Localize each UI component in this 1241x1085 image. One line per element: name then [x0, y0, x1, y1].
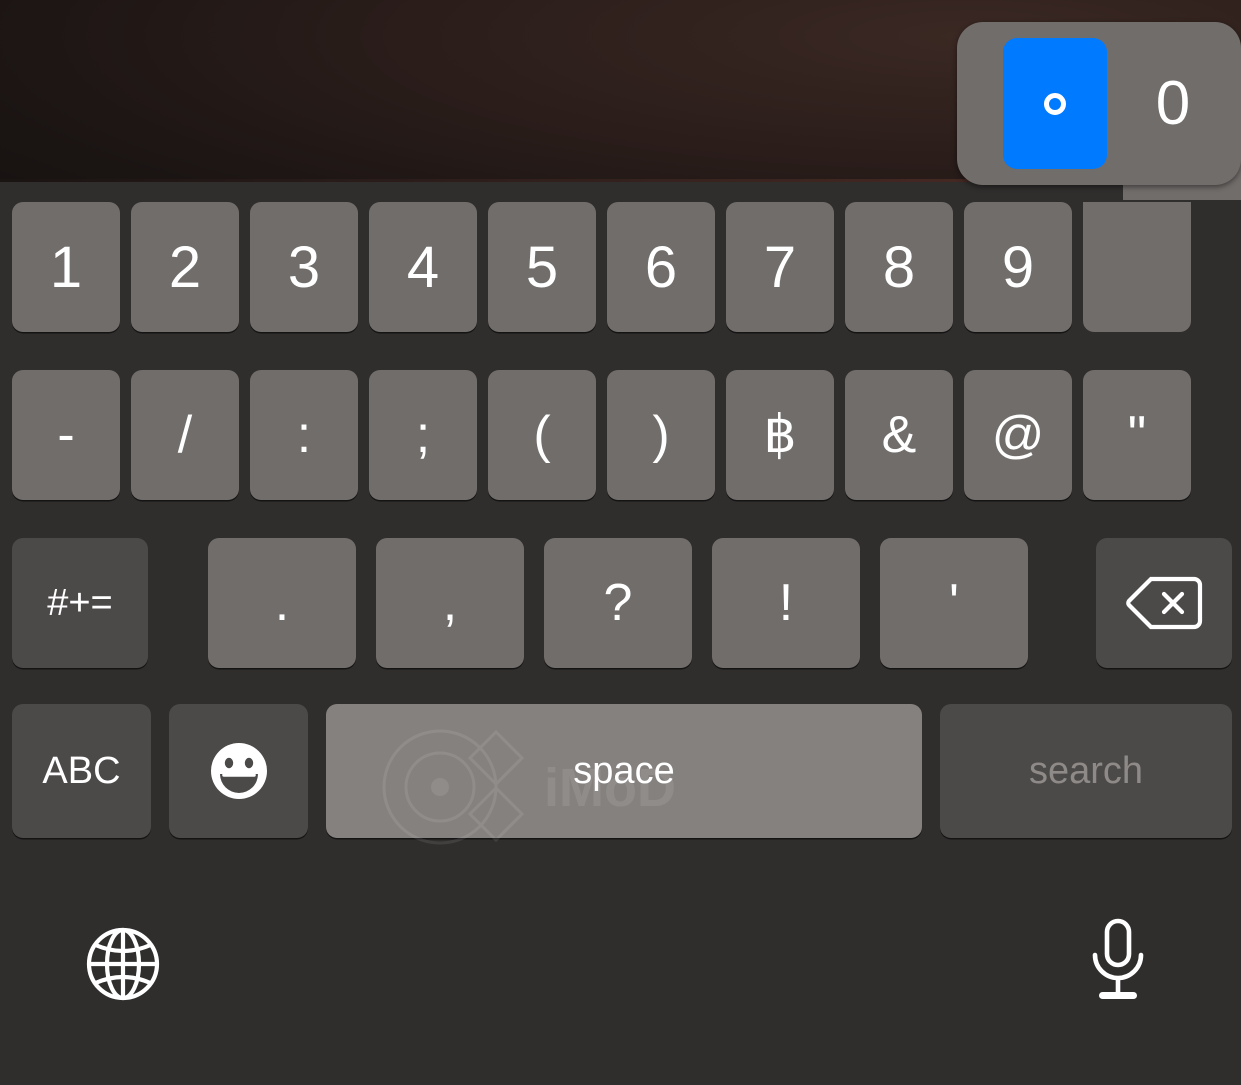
key-4[interactable]: 4: [369, 202, 477, 332]
key-6[interactable]: 6: [607, 202, 715, 332]
key-label: /: [177, 406, 193, 464]
key-ampersand[interactable]: &: [845, 370, 953, 500]
popup-option-zero[interactable]: 0: [1121, 38, 1225, 169]
key-label: 6: [644, 234, 678, 300]
key-0[interactable]: 0: [1083, 202, 1191, 332]
key-label: !: [778, 574, 794, 632]
key-label: .: [274, 574, 290, 632]
key-label: @: [991, 406, 1045, 464]
key-apostrophe[interactable]: ': [880, 538, 1028, 668]
key-delete[interactable]: [1096, 538, 1232, 668]
key-question[interactable]: ?: [544, 538, 692, 668]
key-search[interactable]: search: [940, 704, 1232, 838]
key-label: 9: [1001, 234, 1035, 300]
key-label: -: [57, 406, 75, 464]
keyboard-row-punctuation: #+= . , ? ! ': [0, 538, 1241, 668]
keyboard-row-numbers: 1 2 3 4 5 6 7 8 9 0: [0, 202, 1241, 332]
popup-option-label: 0: [1155, 69, 1191, 138]
keyboard-utility-bar: [0, 858, 1241, 1085]
key-label: 8: [882, 234, 916, 300]
keyboard-row-symbols: - / : ; ( ) ฿ & @ ": [0, 370, 1241, 500]
key-popup[interactable]: 0: [957, 22, 1241, 185]
key-label: space: [573, 749, 675, 792]
degree-glyph: [1044, 92, 1066, 115]
globe-icon: [82, 923, 164, 1005]
microphone-icon: [1086, 918, 1150, 1004]
key-5[interactable]: 5: [488, 202, 596, 332]
key-paren-open[interactable]: (: [488, 370, 596, 500]
key-period[interactable]: .: [208, 538, 356, 668]
key-exclamation[interactable]: !: [712, 538, 860, 668]
key-label: (: [533, 406, 551, 464]
next-keyboard-button[interactable]: [75, 916, 171, 1012]
key-at[interactable]: @: [964, 370, 1072, 500]
emoji-icon: [209, 741, 269, 801]
key-label: ABC: [42, 749, 121, 792]
key-label: ?: [603, 574, 633, 632]
keyboard-row-bottom: ABC space search: [0, 704, 1241, 838]
dictation-button[interactable]: [1070, 913, 1166, 1009]
key-3[interactable]: 3: [250, 202, 358, 332]
key-abc[interactable]: ABC: [12, 704, 151, 838]
key-hyphen[interactable]: -: [12, 370, 120, 500]
key-colon[interactable]: :: [250, 370, 358, 500]
key-7[interactable]: 7: [726, 202, 834, 332]
key-comma[interactable]: ,: [376, 538, 524, 668]
key-label: &: [881, 406, 917, 464]
key-quote-double[interactable]: ": [1083, 370, 1191, 500]
delete-icon: [1125, 574, 1203, 632]
ios-keyboard: iMoD 1 2 3 4 5 6 7 8 9 0 - / : ; ( ) ฿ &…: [0, 182, 1241, 1085]
screenshot-root: iMoD 1 2 3 4 5 6 7 8 9 0 - / : ; ( ) ฿ &…: [0, 0, 1241, 1085]
popup-option-degree[interactable]: [1003, 38, 1107, 169]
key-1[interactable]: 1: [12, 202, 120, 332]
key-label: 0: [1121, 234, 1153, 301]
key-symbols-toggle[interactable]: #+=: [12, 538, 148, 668]
key-label: 4: [406, 234, 440, 300]
key-space[interactable]: space: [326, 704, 922, 838]
key-label: 7: [763, 234, 797, 300]
key-semicolon[interactable]: ;: [369, 370, 477, 500]
key-label: 5: [525, 234, 559, 300]
key-label: ;: [415, 406, 431, 464]
key-paren-close[interactable]: ): [607, 370, 715, 500]
key-baht[interactable]: ฿: [726, 370, 834, 500]
key-label: search: [1028, 749, 1144, 792]
key-label: 2: [168, 234, 202, 300]
key-label: ,: [442, 574, 458, 632]
key-label: ": [1127, 406, 1147, 464]
key-2[interactable]: 2: [131, 202, 239, 332]
key-label: ฿: [763, 406, 797, 464]
key-label: ': [949, 574, 959, 632]
key-label: :: [296, 406, 312, 464]
key-slash[interactable]: /: [131, 370, 239, 500]
key-label: 3: [287, 234, 321, 300]
key-label: ): [652, 406, 670, 464]
key-label: #+=: [47, 581, 113, 624]
key-9[interactable]: 9: [964, 202, 1072, 332]
key-label: 1: [49, 234, 83, 300]
key-8[interactable]: 8: [845, 202, 953, 332]
key-emoji[interactable]: [169, 704, 308, 838]
